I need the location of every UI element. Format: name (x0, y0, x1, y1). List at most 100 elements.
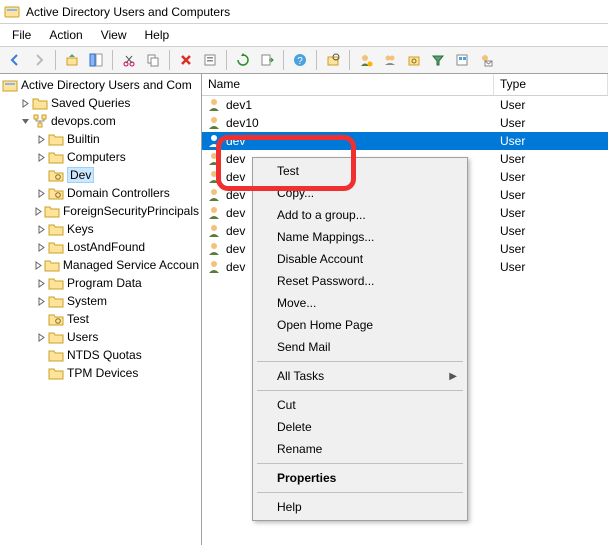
list-row[interactable]: dev1User (202, 96, 608, 114)
tree-item-label: ForeignSecurityPrincipals (63, 204, 199, 218)
expand-closed-icon[interactable] (34, 240, 48, 254)
back-button[interactable] (4, 49, 26, 71)
expand-closed-icon[interactable] (34, 222, 48, 236)
tree-item[interactable]: ForeignSecurityPrincipals (0, 202, 201, 220)
list-row[interactable]: devUser (202, 132, 608, 150)
folder-icon (44, 257, 60, 273)
mail-button[interactable] (475, 49, 497, 71)
tree-pane[interactable]: Active Directory Users and Com Saved Que… (0, 74, 202, 545)
list-row-name: dev (226, 224, 245, 238)
tree-root-label: Active Directory Users and Com (21, 78, 192, 92)
tree-item[interactable]: Keys (0, 220, 201, 238)
tree-item[interactable]: Program Data (0, 274, 201, 292)
context-item[interactable]: Reset Password... (255, 270, 465, 292)
col-name[interactable]: Name (202, 74, 494, 95)
context-item-label: Delete (277, 420, 312, 434)
context-item[interactable]: Delete (255, 416, 465, 438)
new-group-button[interactable] (379, 49, 401, 71)
expand-closed-icon[interactable] (34, 294, 48, 308)
ou-icon (48, 167, 64, 183)
context-item[interactable]: Cut (255, 394, 465, 416)
tree-item[interactable]: Dev (0, 166, 201, 184)
properties-button[interactable] (199, 49, 221, 71)
list-row-type: User (494, 134, 608, 148)
find-button[interactable] (322, 49, 344, 71)
context-item-label: Rename (277, 442, 322, 456)
forward-button[interactable] (28, 49, 50, 71)
list-row-name: dev (226, 260, 245, 274)
tree-item[interactable]: TPM Devices (0, 364, 201, 382)
new-user-button[interactable] (355, 49, 377, 71)
menu-action[interactable]: Action (41, 26, 90, 44)
menu-view[interactable]: View (93, 26, 135, 44)
copy-button[interactable] (142, 49, 164, 71)
folder-icon (48, 131, 64, 147)
expand-closed-icon[interactable] (34, 276, 48, 290)
context-separator (257, 361, 463, 362)
context-item[interactable]: Name Mappings... (255, 226, 465, 248)
toolbar-separator (226, 50, 227, 70)
filter-button[interactable] (427, 49, 449, 71)
tree-item[interactable]: Saved Queries (0, 94, 201, 112)
list-row-name: dev10 (226, 116, 259, 130)
menu-help[interactable]: Help (137, 26, 178, 44)
expand-closed-icon[interactable] (34, 204, 44, 218)
context-menu[interactable]: Test Copy... Add to a group...Name Mapping… (252, 157, 468, 521)
help-button[interactable]: ? (289, 49, 311, 71)
user-icon (206, 241, 222, 257)
context-item[interactable]: Copy... (255, 182, 465, 204)
context-item-label: Properties (277, 471, 336, 485)
menu-file[interactable]: File (4, 26, 39, 44)
context-item[interactable]: Open Home Page (255, 314, 465, 336)
expand-closed-icon[interactable] (34, 186, 48, 200)
saved-queries-button[interactable] (451, 49, 473, 71)
tree-item[interactable]: Domain Controllers (0, 184, 201, 202)
tree-item-label: TPM Devices (67, 366, 138, 380)
context-item-label: Test (277, 164, 299, 178)
refresh-button[interactable] (232, 49, 254, 71)
tree-item-label: LostAndFound (67, 240, 145, 254)
context-item[interactable]: Help (255, 496, 465, 518)
context-item[interactable]: Test (255, 160, 465, 182)
context-item[interactable]: All Tasks▶ (255, 365, 465, 387)
folder-icon (48, 329, 64, 345)
tree-item-label: Computers (67, 150, 126, 164)
context-item-label: Copy... (277, 186, 314, 200)
context-item[interactable]: Rename (255, 438, 465, 460)
tree-root[interactable]: Active Directory Users and Com (0, 76, 201, 94)
tree-item[interactable]: Test (0, 310, 201, 328)
expand-closed-icon[interactable] (34, 330, 48, 344)
context-item[interactable]: Properties (255, 467, 465, 489)
expand-open-icon[interactable] (18, 114, 32, 128)
expand-closed-icon[interactable] (18, 96, 32, 110)
list-row-type: User (494, 242, 608, 256)
expand-closed-icon[interactable] (34, 258, 44, 272)
tree-item[interactable]: Users (0, 328, 201, 346)
folder-icon (48, 221, 64, 237)
context-item[interactable]: Send Mail (255, 336, 465, 358)
list-row[interactable]: dev10User (202, 114, 608, 132)
tree-item[interactable]: Computers (0, 148, 201, 166)
list-row-name: dev (226, 188, 245, 202)
tree-item[interactable]: Managed Service Accoun (0, 256, 201, 274)
cut-button[interactable] (118, 49, 140, 71)
expand-closed-icon[interactable] (34, 132, 48, 146)
tree-toggle-button[interactable] (85, 49, 107, 71)
tree-item[interactable]: LostAndFound (0, 238, 201, 256)
toolbar-separator (169, 50, 170, 70)
context-item[interactable]: Add to a group... (255, 204, 465, 226)
col-type[interactable]: Type (494, 74, 608, 95)
user-icon (206, 205, 222, 221)
context-separator (257, 390, 463, 391)
tree-item[interactable]: NTDS Quotas (0, 346, 201, 364)
up-button[interactable] (61, 49, 83, 71)
delete-button[interactable] (175, 49, 197, 71)
context-item[interactable]: Move... (255, 292, 465, 314)
export-button[interactable] (256, 49, 278, 71)
tree-item[interactable]: devops.com (0, 112, 201, 130)
context-item[interactable]: Disable Account (255, 248, 465, 270)
expand-closed-icon[interactable] (34, 150, 48, 164)
tree-item[interactable]: Builtin (0, 130, 201, 148)
tree-item[interactable]: System (0, 292, 201, 310)
new-ou-button[interactable] (403, 49, 425, 71)
